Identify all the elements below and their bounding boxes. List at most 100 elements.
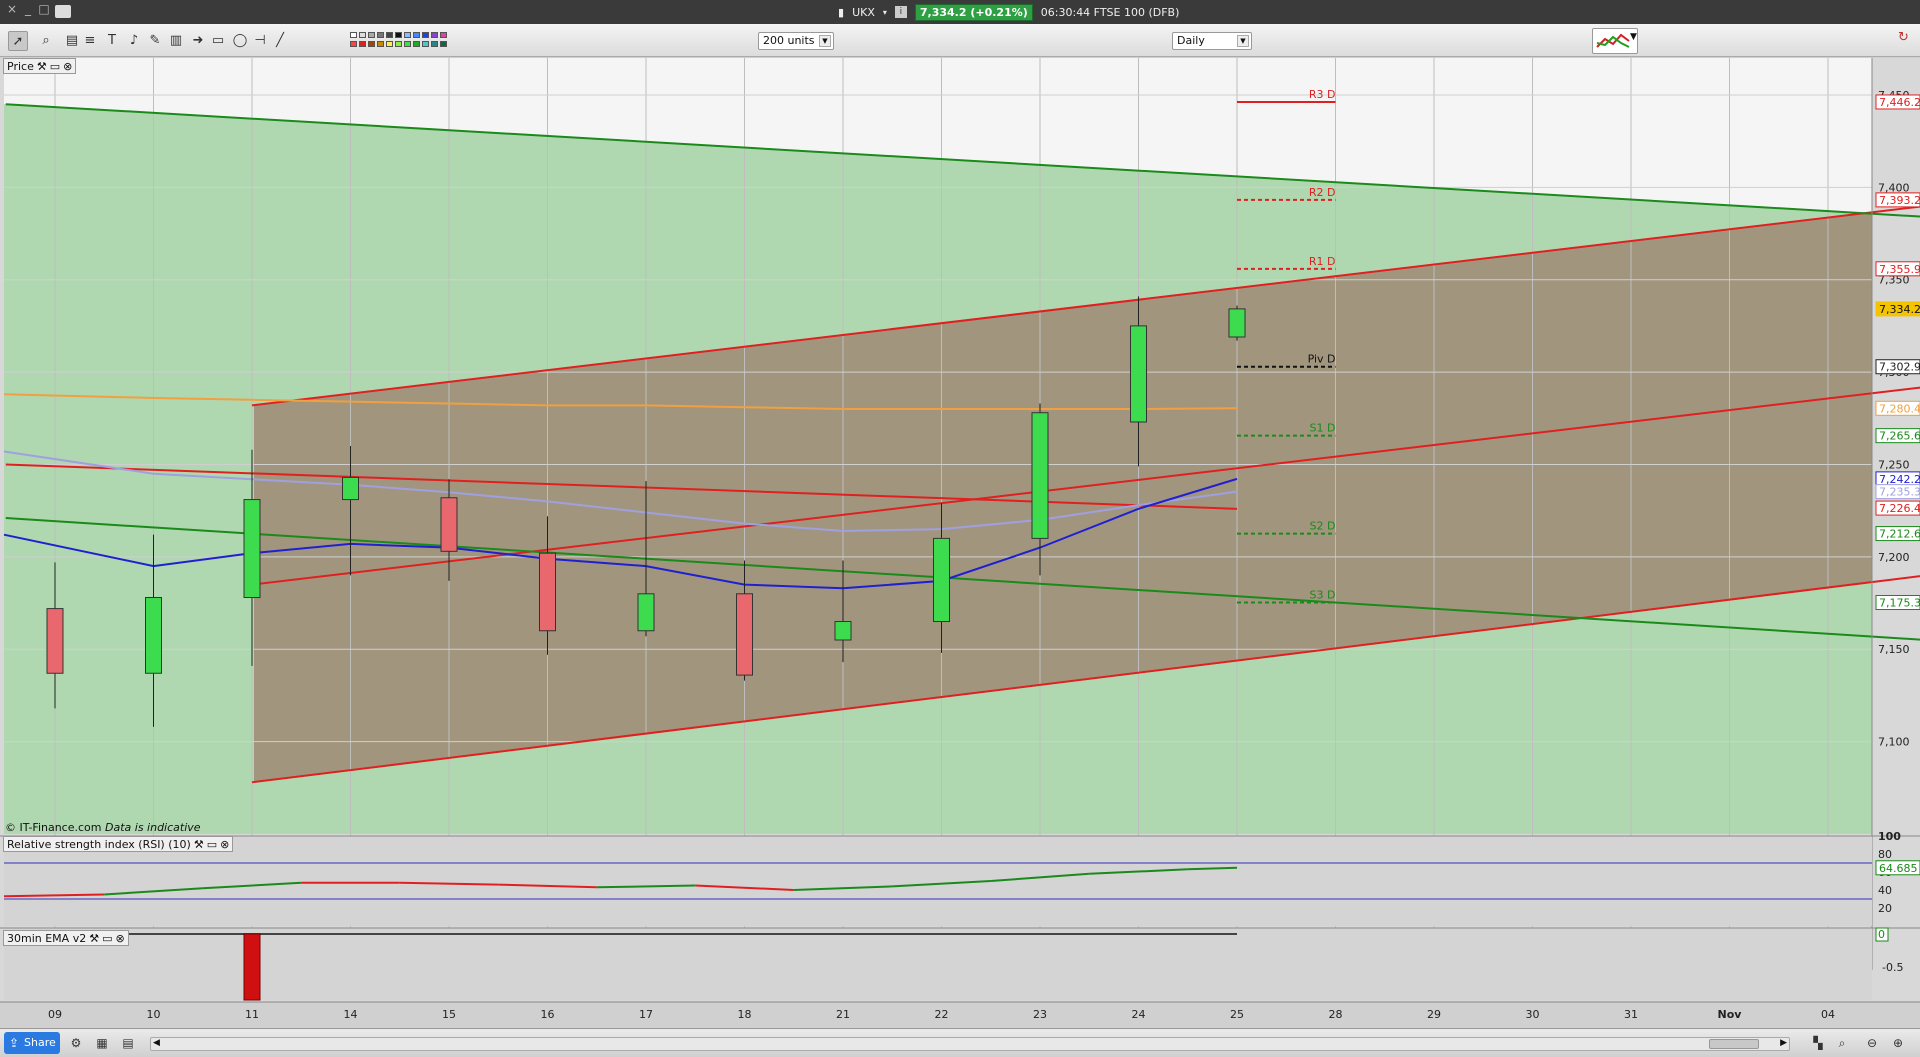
candle-body (637, 593, 655, 632)
rsi-pane-header: Relative strength index (RSI) (10) ⚒ ▭ ⊗ (3, 836, 234, 852)
price-marker-label: 7,265.6 (1879, 430, 1920, 443)
x-tick-label: 11 (245, 1008, 259, 1021)
color-swatch[interactable] (368, 32, 375, 38)
grid-icon[interactable]: ▦ (94, 1035, 110, 1051)
pointer-tool-icon[interactable]: ➚ (8, 31, 28, 51)
maximize-icon[interactable]: ▭ (207, 838, 217, 851)
scrollbar-thumb[interactable] (1709, 1039, 1759, 1049)
chart-type-dropdown-icon[interactable]: ▼ (1630, 32, 1637, 42)
wrench-icon[interactable]: ⚒ (194, 838, 204, 851)
x-tick-label: 21 (836, 1008, 850, 1021)
ema-bar (243, 933, 261, 1001)
color-swatch[interactable] (440, 32, 447, 38)
indicator-tool-icon[interactable]: ▤ (62, 31, 82, 51)
chevron-down-icon[interactable]: ▼ (1237, 35, 1249, 47)
units-select[interactable]: 200 units ▼ (758, 32, 834, 50)
instrument-icon: ▮ (838, 5, 845, 19)
rectangle-tool-icon[interactable]: ▭ (208, 31, 228, 51)
symbol-dropdown-icon[interactable]: ▾ (883, 8, 887, 17)
color-swatch[interactable] (422, 41, 429, 47)
price-marker-label: 7,235.3 (1879, 486, 1920, 499)
candle-body (1031, 412, 1049, 539)
info-icon[interactable]: i (894, 6, 907, 18)
zoom-out-icon[interactable]: ⊖ (1864, 1035, 1880, 1051)
settings-icon[interactable]: ▤ (120, 1035, 136, 1051)
copyright-text: © IT-Finance.com (5, 821, 102, 834)
share-icon: ⇪ (9, 1036, 20, 1050)
chart-area[interactable]: 7,4507,4007,3507,3007,2507,2007,1507,100… (0, 58, 1920, 1028)
x-axis: 09 10 11 14 15 16 17 18 21 22 23 24 25 28 29 30 31 Nov 04 (0, 1001, 1920, 1028)
color-swatch[interactable] (386, 32, 393, 38)
horizontal-line-tool-icon[interactable]: ⊣ (250, 31, 270, 51)
maximize-icon[interactable]: ▭ (102, 932, 112, 945)
color-swatch[interactable] (368, 41, 375, 47)
chart-settings-icon[interactable]: ▚ (1810, 1035, 1826, 1051)
color-swatch[interactable] (413, 41, 420, 47)
color-swatch[interactable] (395, 32, 402, 38)
close-icon[interactable]: ⊗ (116, 932, 125, 945)
sync-icon[interactable]: ↻ (1898, 30, 1916, 50)
trendline-tool-icon[interactable]: ╱ (270, 31, 290, 51)
color-swatch[interactable] (440, 41, 447, 47)
period-select[interactable]: Daily ▼ (1172, 32, 1252, 50)
y-tick-label: 7,150 (1878, 643, 1910, 656)
price-marker-label: 7,446.2 (1879, 96, 1920, 109)
zoom-fit-icon[interactable]: ⌕ (1834, 1035, 1850, 1051)
price-marker-label: 7,355.9 (1879, 263, 1920, 276)
pivot-label: R3 D (1309, 88, 1336, 101)
wrench-icon[interactable]: ⚒ (37, 60, 47, 73)
color-swatch[interactable] (422, 32, 429, 38)
candle-body (145, 597, 162, 674)
zoom-tool-icon[interactable]: ⌕ (36, 31, 56, 51)
symbol-selector[interactable]: UKX (852, 6, 875, 19)
color-swatch[interactable] (350, 32, 357, 38)
candle-body (1228, 308, 1246, 338)
layout-icon[interactable]: ⚙ (68, 1035, 84, 1051)
color-swatch[interactable] (431, 41, 438, 47)
close-icon[interactable]: ⊗ (63, 60, 72, 73)
y-tick-label: 7,250 (1878, 458, 1910, 471)
menu-icon[interactable] (55, 5, 71, 18)
wrench-icon[interactable]: ⚒ (89, 932, 99, 945)
maximize-icon[interactable]: ▭ (50, 60, 60, 73)
fibonacci-tool-icon[interactable]: ≡ (80, 31, 100, 51)
ema-pane: -0.5 0 (0, 927, 1920, 1001)
horizontal-scrollbar[interactable]: ◀ ▶ (150, 1037, 1790, 1051)
scroll-left-icon[interactable]: ◀ (153, 1038, 160, 1048)
copyright-note: © IT-Finance.com Data is indicative (5, 821, 201, 834)
close-window-icon[interactable]: × (6, 3, 18, 15)
x-tick-label: 10 (147, 1008, 161, 1021)
text-tool-icon[interactable]: T (102, 31, 122, 51)
minimize-window-icon[interactable]: _ (22, 3, 34, 15)
color-swatch[interactable] (395, 41, 402, 47)
close-icon[interactable]: ⊗ (220, 838, 229, 851)
color-swatch[interactable] (377, 32, 384, 38)
x-tick-label: 25 (1230, 1008, 1244, 1021)
share-button[interactable]: ⇪ Share (4, 1032, 60, 1054)
color-swatch[interactable] (413, 32, 420, 38)
color-swatch[interactable] (386, 41, 393, 47)
alert-tool-icon[interactable]: ♪ (124, 31, 144, 51)
eraser-tool-icon[interactable]: ✎ (145, 31, 165, 51)
color-swatch[interactable] (377, 41, 384, 47)
candle-body (342, 476, 359, 501)
color-swatch[interactable] (404, 32, 411, 38)
color-swatch[interactable] (350, 41, 357, 47)
color-swatch[interactable] (359, 41, 366, 47)
trash-tool-icon[interactable]: ▥ (166, 31, 186, 51)
candle-body (440, 497, 458, 552)
ellipse-tool-icon[interactable]: ◯ (230, 31, 250, 51)
x-tick-label: 04 (1821, 1008, 1835, 1021)
ema-marker-label: 0 (1878, 928, 1885, 941)
candle-body (1130, 325, 1147, 423)
color-swatch[interactable] (359, 32, 366, 38)
arrow-tool-icon[interactable]: ➜ (188, 31, 208, 51)
color-swatch[interactable] (431, 32, 438, 38)
trading-app: × _ □ ⧉ ▮ UKX ▾ i 7,334.2 (+0.21%) 06:30… (0, 0, 1920, 1057)
restore-window-icon[interactable]: □ (38, 3, 50, 15)
zoom-in-icon[interactable]: ⊕ (1890, 1035, 1906, 1051)
color-swatch[interactable] (404, 41, 411, 47)
scroll-right-icon[interactable]: ▶ (1780, 1038, 1787, 1048)
rsi-tick-label: 20 (1878, 902, 1892, 915)
chevron-down-icon[interactable]: ▼ (819, 35, 831, 47)
